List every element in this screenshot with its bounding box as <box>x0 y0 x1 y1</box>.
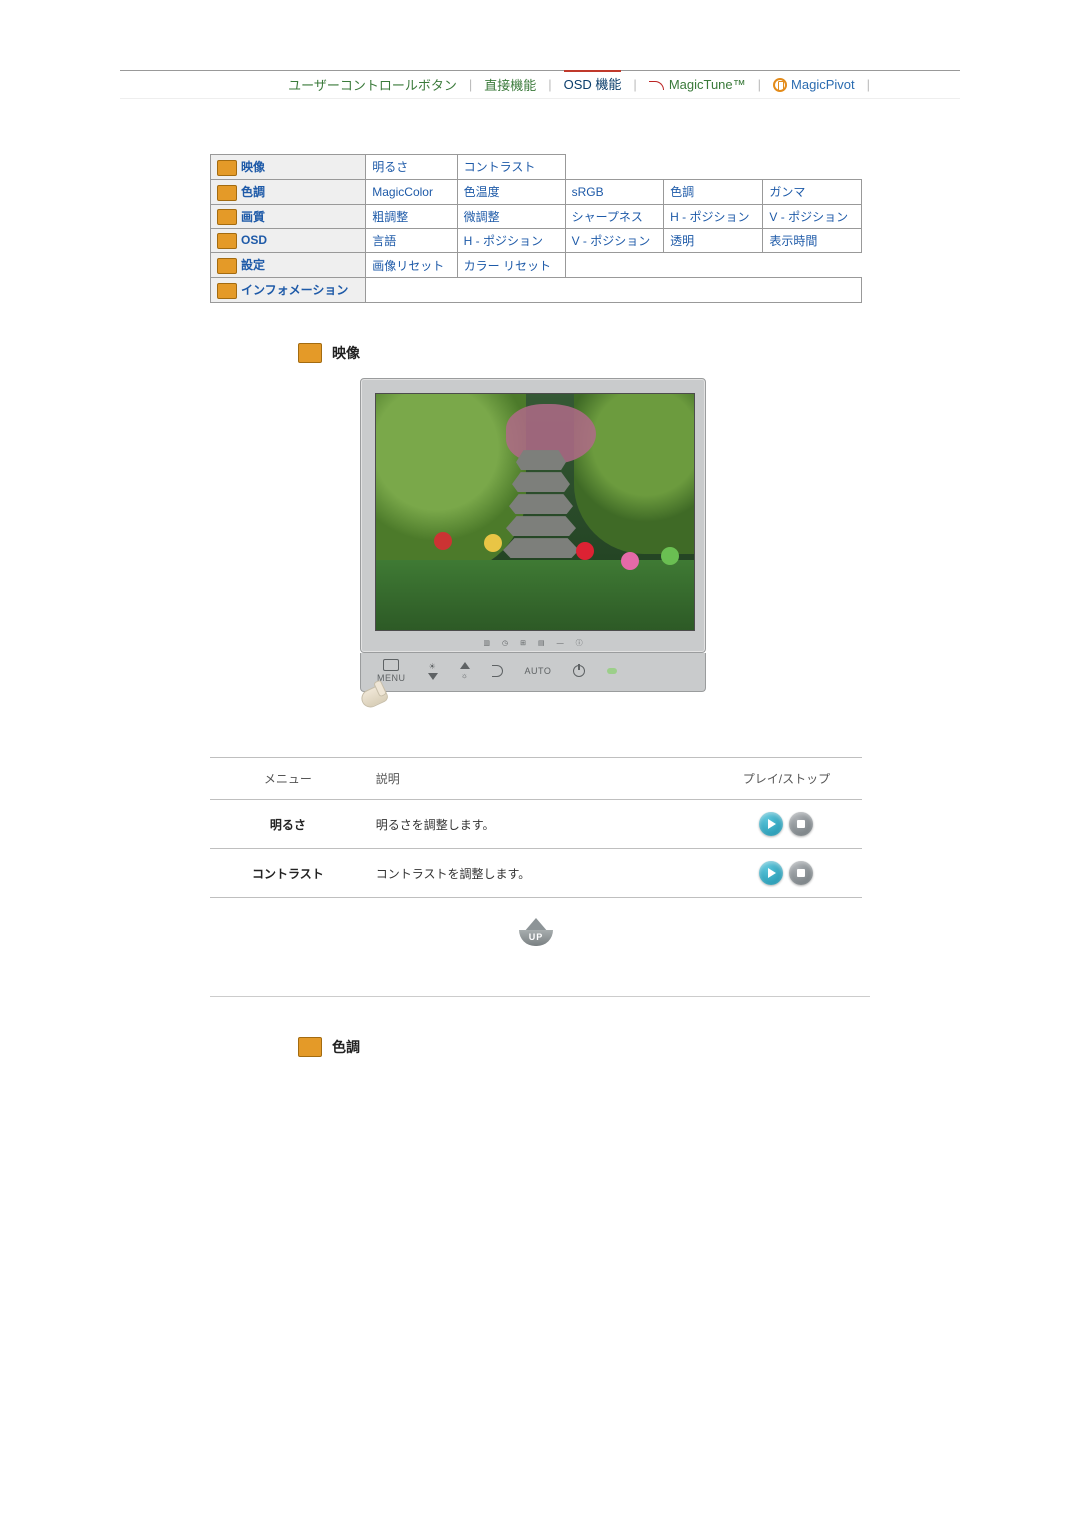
cell-gamma[interactable]: ガンマ <box>763 179 862 204</box>
detail-table: メニュー 説明 プレイ/ストップ 明るさ 明るさを調整します。 コントラスト コ… <box>210 757 862 898</box>
hand-icon <box>350 677 399 721</box>
cell-contrast[interactable]: コントラスト <box>457 155 565 180</box>
top-nav: ユーザーコントロールボタン | 直接機能 | OSD 機能 | MagicTun… <box>120 70 960 99</box>
osd-indicator-strip: ▥◷⊞▤—ⓘ <box>375 634 691 652</box>
cell-srgb[interactable]: sRGB <box>565 179 664 204</box>
nav-sep: | <box>548 77 551 92</box>
cell-hpos[interactable]: H - ポジション <box>664 204 763 229</box>
row-head-label: 色調 <box>241 185 265 199</box>
back-to-top[interactable]: UP <box>210 918 862 946</box>
detail-row: 明るさ 明るさを調整します。 <box>210 800 862 849</box>
row-head-label: 画質 <box>241 210 265 224</box>
section-title: 映像 <box>332 343 360 363</box>
row-head-label: インフォメーション <box>241 283 348 297</box>
cell-osd-vpos[interactable]: V - ポジション <box>565 229 664 253</box>
row-head-label: OSD <box>241 233 267 247</box>
detail-controls <box>711 800 862 849</box>
color-icon <box>217 185 237 201</box>
up-button: ☼ <box>460 662 470 680</box>
nav-sep: | <box>867 77 870 92</box>
pagoda-icon <box>506 450 576 590</box>
enter-icon <box>492 665 503 677</box>
cell-fine[interactable]: 微調整 <box>457 204 565 229</box>
cell-transparency[interactable]: 透明 <box>664 229 763 253</box>
play-button[interactable] <box>759 861 783 885</box>
hand-cursor <box>360 684 706 717</box>
cell-sharpness[interactable]: シャープネス <box>565 204 664 229</box>
play-button[interactable] <box>759 812 783 836</box>
up-badge: UP <box>518 918 554 946</box>
cell-colortone[interactable]: 色調 <box>664 179 763 204</box>
cell-coarse[interactable]: 粗調整 <box>366 204 457 229</box>
cell-image-reset[interactable]: 画像リセット <box>366 253 457 278</box>
detail-desc: 明るさを調整します。 <box>366 800 711 849</box>
magicpivot-label: MagicPivot <box>791 77 855 92</box>
detail-menu-name: 明るさ <box>210 800 366 849</box>
row-head-label: 設定 <box>241 258 265 272</box>
nav-user-control[interactable]: ユーザーコントロールボタン <box>288 75 457 94</box>
power-icon <box>573 665 585 677</box>
monitor-bezel: ▥◷⊞▤—ⓘ <box>360 378 706 653</box>
monitor-screen <box>375 393 695 631</box>
row-head-picture[interactable]: 画質 <box>211 204 366 229</box>
section-header-color: 色調 <box>298 1037 960 1057</box>
th-menu: メニュー <box>210 758 366 800</box>
setup-icon <box>217 258 237 274</box>
th-desc: 説明 <box>366 758 711 800</box>
cell-magiccolor[interactable]: MagicColor <box>366 179 457 204</box>
cell-color-reset[interactable]: カラー リセット <box>457 253 565 278</box>
row-head-info[interactable]: インフォメーション <box>211 278 366 303</box>
nav-direct[interactable]: 直接機能 <box>484 75 536 94</box>
nav-sep: | <box>633 77 636 92</box>
magicpivot-logo-icon <box>773 78 787 92</box>
stop-button[interactable] <box>789 812 813 836</box>
row-head-image[interactable]: 映像 <box>211 155 366 180</box>
nav-osd-active[interactable]: OSD 機能 <box>564 70 622 93</box>
auto-button: AUTO <box>525 666 552 676</box>
cell-brightness[interactable]: 明るさ <box>366 155 457 180</box>
menu-button-icon <box>383 659 399 671</box>
row-head-label: 映像 <box>241 160 265 174</box>
stop-button[interactable] <box>789 861 813 885</box>
section-divider <box>210 996 870 997</box>
cell-osd-hpos[interactable]: H - ポジション <box>457 229 565 253</box>
auto-button-label: AUTO <box>525 666 552 676</box>
picture-icon <box>217 209 237 225</box>
detail-controls <box>711 849 862 898</box>
row-head-color[interactable]: 色調 <box>211 179 366 204</box>
cell-vpos[interactable]: V - ポジション <box>763 204 862 229</box>
cell-colortemp[interactable]: 色温度 <box>457 179 565 204</box>
section-title: 色調 <box>332 1037 360 1057</box>
info-icon <box>217 283 237 299</box>
th-play: プレイ/ストップ <box>711 758 862 800</box>
monitor-illustration: ▥◷⊞▤—ⓘ MENU ☀ ☼ AUTO <box>360 378 706 717</box>
section-header-image: 映像 <box>298 343 960 363</box>
nav-magictune[interactable]: MagicTune™ <box>649 77 746 92</box>
detail-row: コントラスト コントラストを調整します。 <box>210 849 862 898</box>
section-image-icon <box>298 343 322 363</box>
osd-menu-table: 映像 明るさ コントラスト 色調 MagicColor 色温度 sRGB 色調 … <box>210 154 862 303</box>
image-icon <box>217 160 237 176</box>
power-led <box>607 668 617 674</box>
nav-sep: | <box>469 77 472 92</box>
cell-language[interactable]: 言語 <box>366 229 457 253</box>
detail-menu-name: コントラスト <box>210 849 366 898</box>
led-icon <box>607 668 617 674</box>
cell-displaytime[interactable]: 表示時間 <box>763 229 862 253</box>
nav-sep: | <box>758 77 761 92</box>
nav-magicpivot[interactable]: MagicPivot <box>773 77 855 92</box>
triangle-up-icon <box>460 662 470 669</box>
triangle-down-icon <box>428 673 438 680</box>
down-button: ☀ <box>428 662 438 680</box>
section-color-icon <box>298 1037 322 1057</box>
power-button <box>573 665 585 677</box>
up-label: UP <box>519 930 553 946</box>
detail-desc: コントラストを調整します。 <box>366 849 711 898</box>
row-head-osd[interactable]: OSD <box>211 229 366 253</box>
magictune-label: MagicTune™ <box>669 77 746 92</box>
row-head-setup[interactable]: 設定 <box>211 253 366 278</box>
osd-icon <box>217 233 237 249</box>
enter-button <box>492 665 503 677</box>
magictune-logo-icon <box>649 79 665 91</box>
